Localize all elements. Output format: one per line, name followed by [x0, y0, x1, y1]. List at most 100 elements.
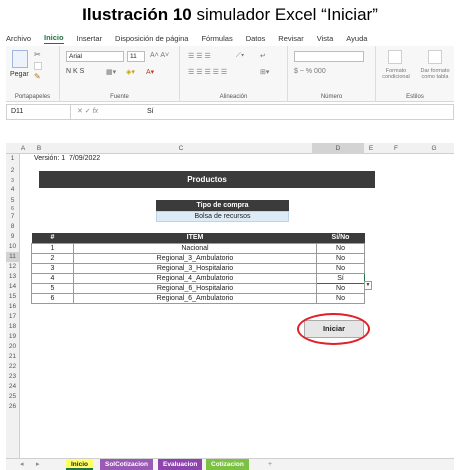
menu-vista[interactable]: Vista: [317, 34, 334, 43]
menu-formulas[interactable]: Fórmulas: [201, 34, 232, 43]
name-box[interactable]: D11: [7, 105, 71, 119]
col-e[interactable]: E: [364, 143, 378, 154]
row-si-no-selected[interactable]: Sí: [316, 273, 365, 284]
tab-next-icon[interactable]: ▸: [36, 459, 40, 470]
horizontal-align-icon[interactable]: ☰ ☰ ☰ ☰ ☰: [188, 68, 227, 76]
products-title: Productos: [39, 171, 375, 188]
add-sheet-icon[interactable]: +: [268, 459, 272, 470]
font-name-select[interactable]: Arial: [66, 51, 124, 62]
row-item[interactable]: Regional_3_Hospitalario: [73, 263, 317, 274]
col-g[interactable]: G: [414, 143, 454, 154]
fx-icon[interactable]: ✕ ✓ fx: [77, 105, 98, 119]
tab-solcotizacion[interactable]: SolCotizacion: [100, 459, 153, 470]
row-22[interactable]: 22: [6, 362, 19, 372]
row-item[interactable]: Regional_6_Ambulatorio: [73, 293, 317, 304]
paste-label[interactable]: Pegar: [10, 71, 29, 78]
wrap-text-icon[interactable]: ↵: [260, 52, 266, 60]
paste-icon[interactable]: [12, 50, 28, 68]
row-20[interactable]: 20: [6, 342, 19, 352]
row-19[interactable]: 19: [6, 332, 19, 342]
row-si-no[interactable]: No: [316, 253, 365, 264]
col-c[interactable]: C: [50, 143, 312, 154]
col-f[interactable]: F: [378, 143, 414, 154]
row-5[interactable]: 5: [6, 195, 19, 206]
menu-ayuda[interactable]: Ayuda: [346, 34, 367, 43]
version-label[interactable]: Versión: 1 7/09/2022: [34, 154, 100, 164]
row-si-no[interactable]: No: [316, 283, 365, 294]
row-number[interactable]: 2: [31, 253, 74, 264]
row-item[interactable]: Nacional: [73, 243, 317, 254]
border-icon[interactable]: ▦▾: [106, 68, 116, 76]
format-table-icon[interactable]: [428, 50, 442, 64]
tab-evaluacion[interactable]: Evaluacion: [158, 459, 203, 470]
row-number[interactable]: 1: [31, 243, 74, 254]
dropdown-arrow-icon[interactable]: ▼: [364, 281, 372, 290]
row-number[interactable]: 3: [31, 263, 74, 274]
row-number[interactable]: 6: [31, 293, 74, 304]
font-size-select[interactable]: 11: [127, 51, 145, 62]
cut-icon[interactable]: ✂: [34, 51, 42, 59]
menu-revisar[interactable]: Revisar: [278, 34, 303, 43]
conditional-format-icon[interactable]: [388, 50, 402, 64]
col-b[interactable]: B: [28, 143, 50, 154]
row-2[interactable]: 2: [6, 164, 19, 178]
row-26[interactable]: 26: [6, 402, 19, 412]
table-row: 6 Regional_6_Ambulatorio No: [31, 293, 365, 304]
row-8[interactable]: 8: [6, 222, 19, 232]
row-12[interactable]: 12: [6, 262, 19, 272]
vertical-align-icon[interactable]: ☰ ☰ ☰: [188, 52, 211, 60]
row-si-no[interactable]: No: [316, 293, 365, 304]
row-13[interactable]: 13: [6, 272, 19, 282]
format-table-label[interactable]: Dar formato como tabla: [416, 68, 454, 80]
row-10[interactable]: 10: [6, 242, 19, 252]
col-d[interactable]: D: [312, 143, 364, 154]
row-21[interactable]: 21: [6, 352, 19, 362]
row-number[interactable]: 5: [31, 283, 74, 294]
row-25[interactable]: 25: [6, 392, 19, 402]
tab-prev-icon[interactable]: ◂: [20, 459, 24, 470]
number-format-select[interactable]: [294, 51, 364, 62]
merge-icon[interactable]: ⊞▾: [260, 68, 269, 76]
tab-inicio[interactable]: Inicio: [66, 459, 93, 470]
group-fuente: Arial 11 A˄ A˅ N K S ▦▾ ◈▾ A▾ Fuente: [60, 46, 180, 102]
row-14[interactable]: 14: [6, 282, 19, 292]
row-1[interactable]: 1: [6, 154, 19, 164]
row-16[interactable]: 16: [6, 302, 19, 312]
row-11[interactable]: 11: [6, 252, 19, 262]
fill-color-icon[interactable]: ◈▾: [126, 68, 135, 76]
row-15[interactable]: 15: [6, 292, 19, 302]
row-9[interactable]: 9: [6, 232, 19, 242]
font-style-buttons[interactable]: N K S: [66, 68, 84, 75]
row-item[interactable]: Regional_4_Ambulatorio: [73, 273, 317, 284]
row-si-no[interactable]: No: [316, 243, 365, 254]
menu-inicio[interactable]: Inicio: [44, 33, 64, 44]
group-portapapeles: Pegar ✂ ✎ Portapapeles: [6, 46, 60, 102]
menu-datos[interactable]: Datos: [246, 34, 266, 43]
format-painter-icon[interactable]: ✎: [34, 73, 42, 81]
row-item[interactable]: Regional_6_Hospitalario: [73, 283, 317, 294]
formula-input[interactable]: Sí: [147, 105, 154, 119]
row-18[interactable]: 18: [6, 322, 19, 332]
row-si-no[interactable]: No: [316, 263, 365, 274]
table-row: 3 Regional_3_Hospitalario No: [31, 263, 365, 274]
row-number[interactable]: 4: [31, 273, 74, 284]
row-item[interactable]: Regional_3_Ambulatorio: [73, 253, 317, 264]
copy-icon[interactable]: [34, 62, 42, 70]
menu-insertar[interactable]: Insertar: [77, 34, 102, 43]
orientation-icon[interactable]: ⟋▾: [236, 52, 244, 60]
menu-archivo[interactable]: Archivo: [6, 34, 31, 43]
number-format-buttons[interactable]: $ ~ % 000: [294, 68, 326, 75]
tipo-compra-value[interactable]: Bolsa de recursos: [156, 211, 289, 222]
row-17[interactable]: 17: [6, 312, 19, 322]
conditional-format-label[interactable]: Formato condicional: [378, 68, 414, 80]
row-24[interactable]: 24: [6, 382, 19, 392]
row-23[interactable]: 23: [6, 372, 19, 382]
col-a[interactable]: A: [18, 143, 28, 154]
group-label-fuente: Fuente: [110, 94, 129, 100]
grow-font-icon[interactable]: A˄ A˅: [150, 52, 169, 59]
font-color-icon[interactable]: A▾: [146, 68, 154, 76]
row-7[interactable]: 7: [6, 212, 19, 222]
tab-cotizacion[interactable]: Cotizacion: [206, 459, 249, 470]
row-4[interactable]: 4: [6, 184, 19, 195]
menu-disposicion[interactable]: Disposición de página: [115, 34, 188, 43]
